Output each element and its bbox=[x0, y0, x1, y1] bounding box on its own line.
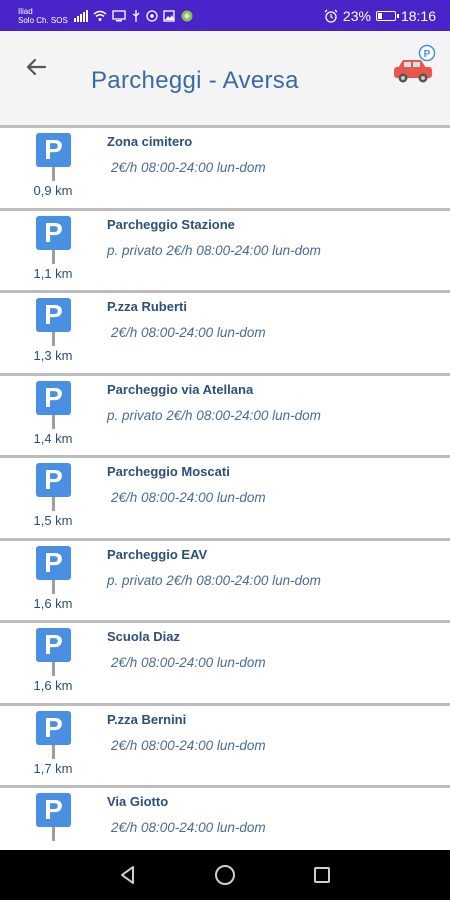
parking-name: Parcheggio EAV bbox=[107, 546, 208, 562]
carrier-info: Iliad Solo Ch. SOS bbox=[18, 7, 68, 25]
nav-home-button[interactable] bbox=[210, 860, 240, 890]
app-notification-icon bbox=[181, 10, 193, 21]
parking-sign-icon: P bbox=[36, 463, 71, 497]
navigation-bar bbox=[0, 850, 450, 900]
parking-list-item[interactable]: P 1,4 km Parcheggio via Atellana p. priv… bbox=[0, 375, 450, 458]
carrier-name: Iliad bbox=[18, 6, 33, 16]
sign-pole bbox=[52, 414, 55, 429]
parking-sign-icon: P bbox=[36, 545, 71, 580]
sign-pole bbox=[52, 167, 55, 181]
parking-info: p. privato 2€/h 08:00-24:00 lun-dom bbox=[107, 242, 321, 258]
parking-info: 2€/h 08:00-24:00 lun-dom bbox=[111, 490, 266, 505]
parking-sign-icon: P bbox=[36, 298, 71, 332]
parking-info: 2€/h 08:00-24:00 lun-dom bbox=[111, 160, 266, 175]
parking-sign-icon: P bbox=[36, 710, 71, 745]
parking-list-item[interactable]: P Via Giotto 2€/h 08:00-24:00 lun-dom bbox=[0, 788, 450, 850]
battery-fill bbox=[377, 12, 383, 19]
parking-sign-icon: P bbox=[36, 628, 71, 662]
parking-distance: 1,5 km bbox=[33, 513, 73, 528]
battery-percent: 23% bbox=[342, 7, 371, 24]
parking-info: p. privato 2€/h 08:00-24:00 lun-dom bbox=[107, 572, 321, 588]
sign-pole bbox=[52, 662, 55, 676]
parking-list: P 0,9 km Zona cimitero 2€/h 08:00-24:00 … bbox=[0, 128, 450, 850]
square-recents-icon bbox=[313, 867, 330, 883]
status-left: Iliad Solo Ch. SOS bbox=[18, 7, 194, 25]
car-parking-icon[interactable]: P bbox=[392, 44, 438, 86]
parking-name: Zona cimitero bbox=[107, 134, 193, 149]
parking-sign-icon: P bbox=[36, 793, 71, 827]
parking-list-item[interactable]: P 1,6 km Parcheggio EAV p. privato 2€/h … bbox=[0, 540, 450, 623]
parking-sign-icon: P bbox=[36, 380, 71, 415]
parking-name: Scuola Diaz bbox=[107, 629, 180, 644]
parking-list-item[interactable]: P 1,3 km P.zza Ruberti 2€/h 08:00-24:00 … bbox=[0, 293, 450, 376]
photo-icon bbox=[163, 9, 175, 22]
parking-distance: 1,3 km bbox=[33, 348, 73, 363]
parking-distance: 1,4 km bbox=[33, 430, 73, 446]
parking-distance: 1,1 km bbox=[33, 265, 73, 281]
parking-sign-icon: P bbox=[36, 133, 71, 167]
battery-icon bbox=[375, 10, 399, 21]
parking-name: P.zza Ruberti bbox=[107, 299, 187, 314]
parking-list-item[interactable]: P 0,9 km Zona cimitero 2€/h 08:00-24:00 … bbox=[0, 128, 450, 211]
triangle-back-icon bbox=[121, 866, 135, 884]
parking-name: Parcheggio Moscati bbox=[107, 464, 230, 479]
sign-pole bbox=[52, 744, 55, 759]
back-button[interactable] bbox=[20, 51, 52, 83]
nav-back-button[interactable] bbox=[113, 860, 143, 890]
parking-distance: 0,9 km bbox=[33, 183, 73, 198]
status-bar: Iliad Solo Ch. SOS 23% 18:16 bbox=[0, 0, 450, 31]
status-icons bbox=[73, 9, 194, 22]
sign-pole bbox=[52, 249, 55, 264]
whatsapp-icon bbox=[146, 9, 158, 22]
signal-icon bbox=[73, 9, 88, 22]
parking-list-item[interactable]: P 1,7 km P.zza Bernini 2€/h 08:00-24:00 … bbox=[0, 705, 450, 788]
sign-pole bbox=[52, 579, 55, 594]
carrier-secondary: Solo Ch. SOS bbox=[18, 15, 68, 25]
parking-info: 2€/h 08:00-24:00 lun-dom bbox=[111, 325, 266, 340]
parking-name: Via Giotto bbox=[107, 794, 169, 809]
parking-name: P.zza Bernini bbox=[107, 711, 187, 727]
nav-recents-button[interactable] bbox=[307, 860, 337, 890]
circle-home-icon bbox=[214, 865, 235, 885]
cast-icon bbox=[112, 9, 126, 21]
parking-info: 2€/h 08:00-24:00 lun-dom bbox=[111, 655, 266, 670]
parking-distance: 1,6 km bbox=[33, 678, 73, 693]
parking-sign-icon: P bbox=[36, 215, 71, 250]
parking-name: Parcheggio via Atellana bbox=[107, 381, 254, 397]
parking-list-item[interactable]: P 1,6 km Scuola Diaz 2€/h 08:00-24:00 lu… bbox=[0, 623, 450, 706]
status-right: 23% 18:16 bbox=[324, 8, 436, 24]
parking-info: 2€/h 08:00-24:00 lun-dom bbox=[111, 820, 266, 835]
sign-pole bbox=[52, 497, 55, 511]
parking-info: 2€/h 08:00-24:00 lun-dom bbox=[111, 737, 266, 753]
page-title: Parcheggi - Aversa bbox=[91, 67, 299, 94]
app-bar: Parcheggi - Aversa P bbox=[0, 31, 450, 128]
sign-pole bbox=[52, 332, 55, 346]
parking-name: Parcheggio Stazione bbox=[107, 216, 235, 232]
clock: 18:16 bbox=[400, 7, 436, 24]
wifi-icon bbox=[93, 10, 107, 21]
alarm-icon bbox=[324, 9, 338, 23]
parking-distance: 1,6 km bbox=[33, 595, 73, 611]
parking-list-item[interactable]: P 1,1 km Parcheggio Stazione p. privato … bbox=[0, 210, 450, 293]
parking-info: p. privato 2€/h 08:00-24:00 lun-dom bbox=[107, 407, 321, 423]
svg-text:P: P bbox=[424, 49, 431, 60]
sign-pole bbox=[52, 827, 55, 841]
parking-list-item[interactable]: P 1,5 km Parcheggio Moscati 2€/h 08:00-2… bbox=[0, 458, 450, 541]
usb-icon bbox=[132, 9, 140, 22]
parking-distance: 1,7 km bbox=[33, 760, 73, 776]
arrow-back-icon bbox=[26, 58, 47, 76]
